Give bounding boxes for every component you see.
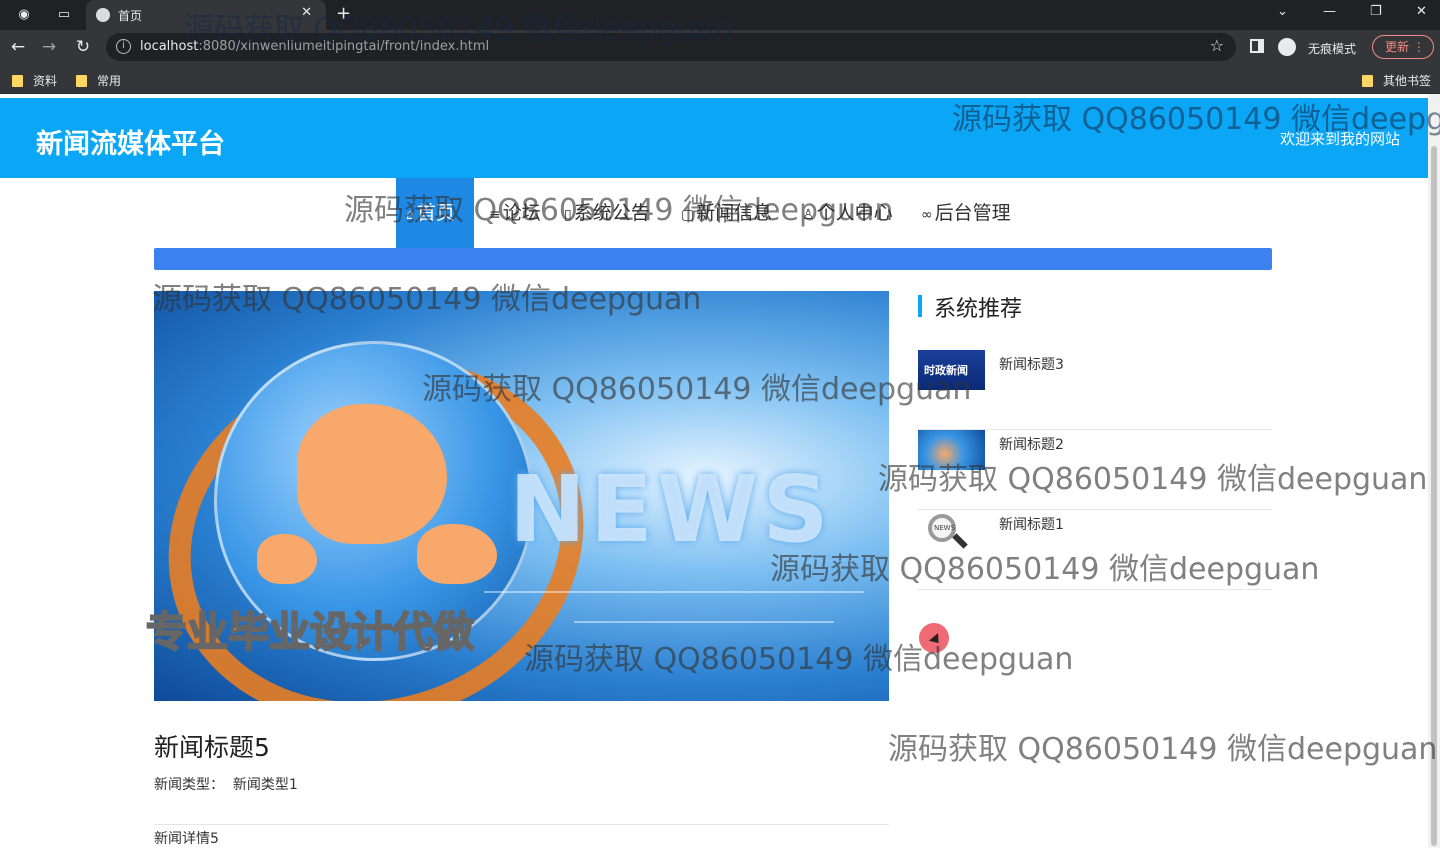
bookmark-label: 资料	[33, 74, 58, 88]
recommend-heading-text: 系统推荐	[934, 297, 1023, 322]
menu-item-notice[interactable]: ▯ 系统公告	[564, 178, 650, 248]
recommend-thumbnail[interactable]: 时政新闻	[918, 350, 985, 390]
hero-line	[484, 591, 864, 593]
article-title: 新闻标题5	[154, 733, 270, 762]
forward-icon[interactable]: →	[38, 36, 60, 58]
recommend-item[interactable]: 时政新闻 新闻标题3	[918, 350, 1272, 430]
site-header: 新闻流媒体平台 欢迎来到我的网站	[0, 98, 1428, 178]
news-icon: ▢	[681, 207, 695, 223]
recommend-title[interactable]: 新闻标题1	[999, 514, 1064, 534]
minimize-icon[interactable]: —	[1323, 4, 1336, 19]
url-host: localhost	[140, 39, 199, 54]
recommend-heading: 系统推荐	[918, 291, 1272, 322]
tab-search-icon[interactable]: ⌄	[1277, 4, 1288, 19]
web-page: 新闻流媒体平台 欢迎来到我的网站 ⌂ 首页 ≡ 论坛 ▯ 系统公告 ▢ 新闻信息 ♙ 个人…	[0, 94, 1428, 848]
menu-item-news[interactable]: ▢ 新闻信息	[681, 178, 772, 248]
menu-item-admin[interactable]: ∞ 后台管理	[921, 178, 1011, 248]
browser-menu-icon[interactable]: ◉	[12, 4, 36, 26]
continent	[297, 404, 447, 544]
bookmark-star-icon[interactable]: ☆	[1210, 36, 1224, 55]
scrollbar-thumb[interactable]	[1431, 146, 1437, 846]
menu-label: 新闻信息	[696, 202, 773, 224]
menu-item-profile[interactable]: ♙ 个人中心	[802, 178, 893, 248]
reload-icon[interactable]: ↻	[72, 36, 94, 58]
thumbnail-caption: 时政新闻	[924, 364, 968, 377]
menu-label: 论坛	[502, 202, 541, 224]
link-icon: ∞	[921, 207, 933, 223]
heading-accent-bar	[918, 295, 922, 317]
magnifier-handle	[952, 533, 968, 549]
new-tab-icon[interactable]: +	[336, 3, 351, 24]
other-bookmarks-label: 其他书签	[1383, 74, 1432, 88]
other-bookmarks[interactable]: 其他书签	[1362, 72, 1431, 89]
url-path: :8080/xinwenliumeitipingtai/front/index.…	[198, 39, 490, 54]
forum-icon: ≡	[489, 207, 501, 223]
recommend-thumbnail[interactable]: NEWS	[918, 510, 985, 550]
recommend-item[interactable]: NEWS 新闻标题1	[918, 510, 1272, 590]
user-icon: ♙	[802, 207, 815, 223]
bookmark-label: 常用	[97, 74, 122, 88]
main-menu: ⌂ 首页 ≡ 论坛 ▯ 系统公告 ▢ 新闻信息 ♙ 个人中心 ∞ 后台管理	[0, 178, 1428, 248]
continent	[417, 524, 497, 584]
tab-title: 首页	[118, 9, 143, 23]
site-subtitle: 欢迎来到我的网站	[1279, 130, 1400, 148]
banner-strip	[154, 248, 1272, 270]
menu-item-forum[interactable]: ≡ 论坛	[489, 178, 541, 248]
home-icon: ⌂	[406, 207, 415, 223]
folder-icon	[12, 75, 23, 87]
update-label: 更新	[1385, 40, 1410, 54]
globe-icon	[96, 8, 110, 22]
incognito-icon	[1278, 38, 1296, 56]
bookmarks-bar: 资料 常用 其他书签	[0, 64, 1440, 94]
bookmark-folder-2[interactable]: 常用	[76, 72, 121, 89]
article-detail: 新闻详情5	[154, 831, 219, 847]
close-window-icon[interactable]: ✕	[1416, 4, 1427, 19]
update-button[interactable]: 更新 ⋮	[1372, 35, 1434, 59]
incognito-label: 无痕模式	[1308, 42, 1357, 56]
site-title: 新闻流媒体平台	[36, 129, 225, 160]
site-info-icon[interactable]: i	[116, 39, 131, 54]
close-tab-icon[interactable]: ✕	[301, 5, 312, 20]
url-field[interactable]: i localhost:8080/xinwenliumeitipingtai/f…	[106, 33, 1236, 61]
hero-news-text: NEWS	[509, 456, 833, 563]
article-type-label: 新闻类型：	[154, 777, 224, 793]
hero-line	[574, 621, 834, 623]
menu-label: 系统公告	[573, 202, 650, 224]
recommend-item[interactable]: 新闻标题2	[918, 430, 1272, 510]
bookmark-folder-1[interactable]: 资料	[12, 72, 57, 89]
side-panel-icon[interactable]	[1250, 39, 1264, 53]
back-icon[interactable]: ←	[7, 36, 29, 58]
folder-icon	[1362, 75, 1373, 87]
tab-strip-icon[interactable]: ▭	[52, 4, 76, 26]
recommend-thumbnail[interactable]	[918, 430, 985, 470]
address-bar: ← → ↻ i localhost:8080/xinwenliumeitipin…	[0, 30, 1440, 64]
continent	[257, 534, 317, 584]
browser-tab-bar: ◉ ▭ 首页 ✕ + ⌄ — ❐ ✕	[0, 0, 1440, 30]
magnifier-caption: NEWS	[934, 524, 956, 532]
menu-label: 个人中心	[816, 202, 893, 224]
notice-icon: ▯	[564, 207, 572, 223]
scrollbar[interactable]	[1428, 94, 1440, 848]
divider	[154, 824, 889, 825]
folder-icon	[76, 75, 87, 87]
article-type: 新闻类型： 新闻类型1	[154, 774, 298, 794]
restore-icon[interactable]: ❐	[1370, 4, 1382, 19]
menu-label: 后台管理	[934, 202, 1011, 224]
menu-item-home[interactable]: ⌂ 首页	[396, 178, 474, 248]
recommend-title[interactable]: 新闻标题2	[999, 434, 1064, 454]
promo-stamp: 专业毕业设计代做	[145, 607, 475, 657]
recommend-title[interactable]: 新闻标题3	[999, 354, 1064, 374]
url-text: localhost:8080/xinwenliumeitipingtai/fro…	[140, 39, 489, 54]
browser-tab[interactable]: 首页 ✕	[86, 0, 326, 30]
article-type-value: 新闻类型1	[232, 777, 298, 793]
menu-label: 首页	[416, 202, 455, 224]
